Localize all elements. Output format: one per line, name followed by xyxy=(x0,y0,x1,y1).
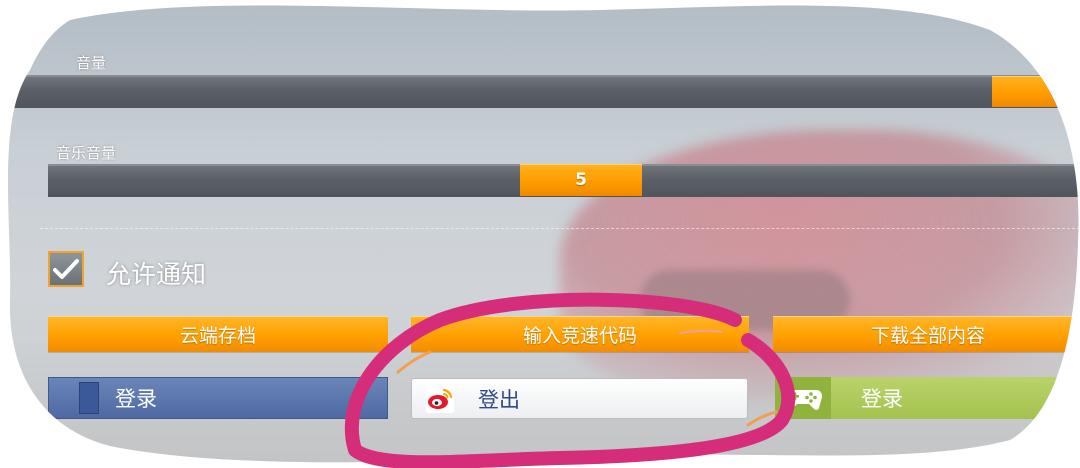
settings-screen: 音量 音乐音量 5 允许通知 云端存档 输入竞速代码 下载全部内容 登录 登出 … xyxy=(0,0,1080,468)
facebook-icon xyxy=(79,382,99,414)
music-volume-thumb[interactable]: 5 xyxy=(520,164,642,196)
facebook-login-button[interactable]: 登录 xyxy=(48,377,388,419)
enter-race-code-button[interactable]: 输入竞速代码 xyxy=(411,316,749,352)
weibo-logout-label: 登出 xyxy=(478,388,520,412)
music-volume-label: 音乐音量 xyxy=(56,145,117,162)
download-all-button[interactable]: 下载全部内容 xyxy=(773,316,1080,352)
sfx-volume-thumb[interactable] xyxy=(992,76,1080,107)
weibo-logout-button[interactable]: 登出 xyxy=(411,378,748,419)
gamepad-icon xyxy=(775,377,831,419)
sfx-volume-label: 音量 xyxy=(76,55,107,72)
section-divider xyxy=(40,228,1080,229)
weibo-icon xyxy=(426,385,454,413)
google-play-games-login-label: 登录 xyxy=(861,388,903,411)
cloud-save-button[interactable]: 云端存档 xyxy=(48,316,388,352)
notifications-checkbox[interactable] xyxy=(48,251,84,287)
google-play-games-login-button[interactable]: 登录 xyxy=(775,377,1080,419)
sfx-volume-slider[interactable] xyxy=(0,75,1080,108)
notifications-label: 允许通知 xyxy=(106,261,207,289)
facebook-login-label: 登录 xyxy=(115,388,157,411)
checkmark-icon xyxy=(53,258,79,280)
